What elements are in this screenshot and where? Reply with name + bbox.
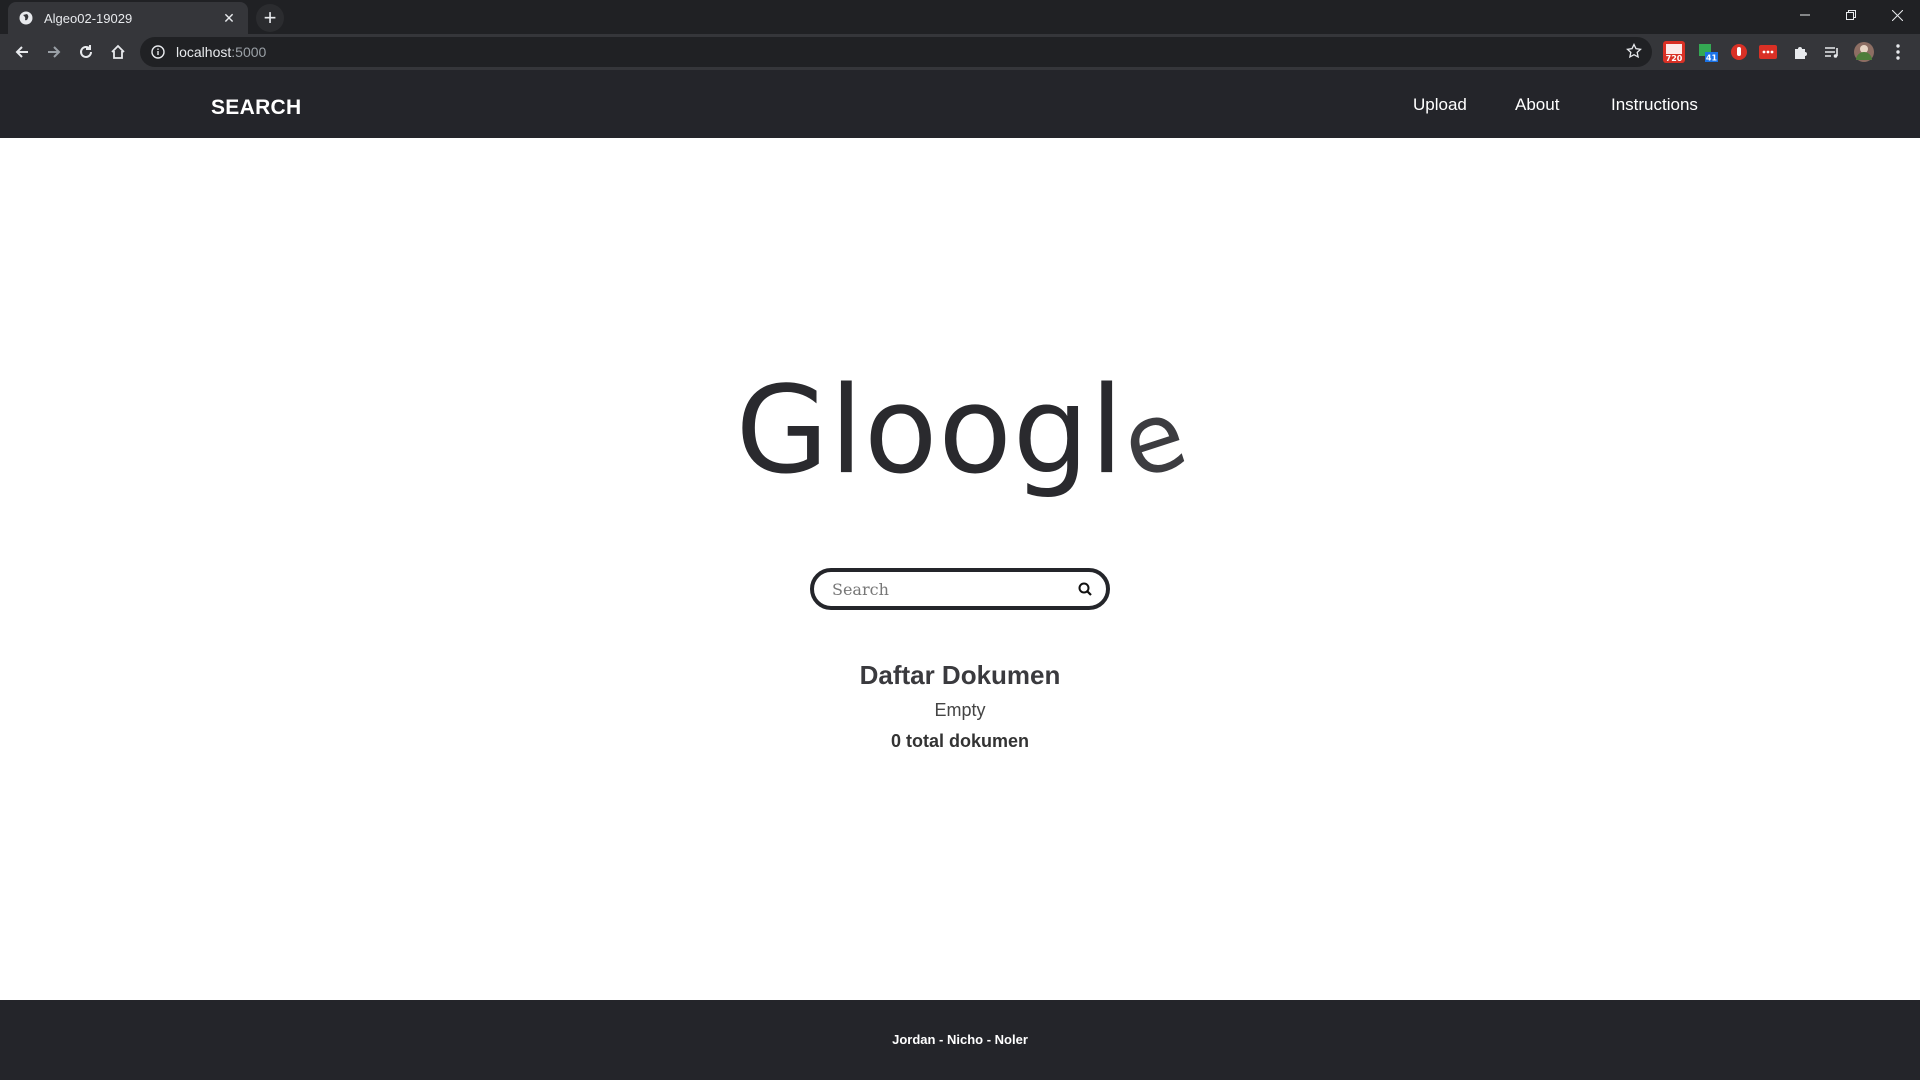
profile-avatar-icon[interactable] xyxy=(1853,41,1875,63)
globe-icon xyxy=(18,10,34,26)
document-total-count: 0 total dokumen xyxy=(890,731,1029,751)
close-window-icon[interactable] xyxy=(1874,0,1920,30)
svg-text:41: 41 xyxy=(1706,54,1718,63)
puzzle-extensions-icon[interactable] xyxy=(1789,41,1811,63)
site-footer: Jordan - Nicho - Noler xyxy=(0,1000,1920,1080)
logo-text: Gloogl xyxy=(735,362,1125,501)
browser-tabstrip: Algeo02-19029 ✕ + xyxy=(0,0,1920,34)
extension-dots-icon[interactable] xyxy=(1757,41,1779,63)
minimize-icon[interactable] xyxy=(1782,0,1828,30)
reload-icon[interactable] xyxy=(72,38,100,66)
gloogle-logo: Gloogle xyxy=(0,362,1920,509)
site-navbar: SEARCH Upload About Instructions xyxy=(0,70,1920,138)
info-icon[interactable] xyxy=(150,44,166,60)
restore-icon[interactable] xyxy=(1828,0,1874,30)
tab-close-icon[interactable]: ✕ xyxy=(220,9,238,27)
address-bar[interactable]: localhost :5000 xyxy=(140,37,1652,67)
nav-link-instructions[interactable]: Instructions xyxy=(1611,95,1698,115)
browser-tab[interactable]: Algeo02-19029 ✕ xyxy=(8,2,248,34)
nav-link-about[interactable]: About xyxy=(1515,95,1559,115)
url-port: :5000 xyxy=(231,44,267,60)
search-input[interactable] xyxy=(832,579,1076,599)
home-icon[interactable] xyxy=(104,38,132,66)
hand-stop-icon[interactable] xyxy=(1728,41,1750,63)
search-icon[interactable] xyxy=(1076,580,1094,598)
back-arrow-icon[interactable] xyxy=(8,38,36,66)
nav-link-upload[interactable]: Upload xyxy=(1413,95,1467,115)
document-list-heading: Daftar Dokumen xyxy=(859,660,1061,690)
navbar-brand[interactable]: SEARCH xyxy=(211,96,301,120)
forward-arrow-icon[interactable] xyxy=(40,38,68,66)
media-queue-icon[interactable] xyxy=(1821,41,1843,63)
menu-kebab-icon[interactable] xyxy=(1887,41,1909,63)
document-list-empty: Empty xyxy=(934,700,986,720)
bookmark-star-icon[interactable] xyxy=(1626,42,1644,61)
url-host: localhost xyxy=(176,44,232,60)
extension-41-icon[interactable]: 41 xyxy=(1697,41,1719,63)
search-bar xyxy=(810,568,1110,610)
new-tab-button[interactable]: + xyxy=(256,4,284,32)
tab-title: Algeo02-19029 xyxy=(44,10,133,26)
svg-text:720: 720 xyxy=(1666,54,1683,63)
browser-toolbar: localhost :5000 720 41 xyxy=(0,34,1920,70)
extension-720-icon[interactable]: 720 xyxy=(1663,41,1685,63)
footer-credits: Jordan - Nicho - Noler xyxy=(892,1032,1028,1047)
